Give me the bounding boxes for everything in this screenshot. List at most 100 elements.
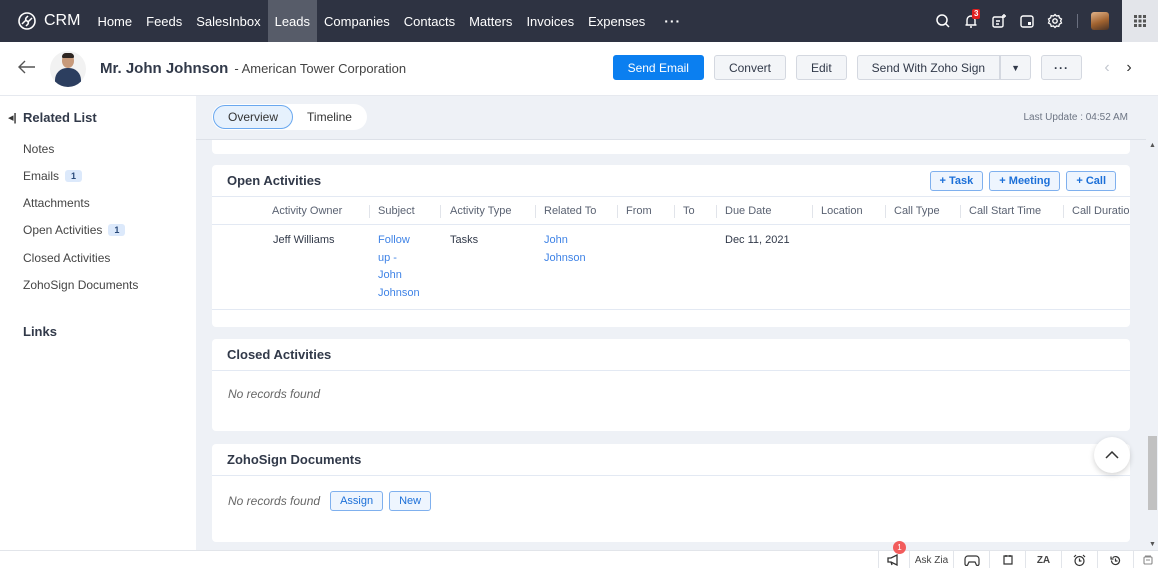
add-meeting-button[interactable]: + Meeting bbox=[989, 171, 1061, 191]
send-with-zoho-sign-split-button: Send With Zoho Sign ▼ bbox=[856, 55, 1031, 80]
add-call-button[interactable]: + Call bbox=[1066, 171, 1116, 191]
zohosign-documents-header: ZohoSign Documents bbox=[212, 444, 1130, 476]
chevron-down-icon[interactable]: ▼ bbox=[1000, 55, 1031, 80]
column-to[interactable]: To bbox=[683, 205, 695, 217]
scrollbar-thumb[interactable] bbox=[1148, 436, 1157, 510]
tab-overview[interactable]: Overview bbox=[213, 105, 294, 129]
cell-subject-link[interactable]: Follow up - John Johnson bbox=[378, 232, 420, 302]
nav-matters[interactable]: Matters bbox=[462, 0, 519, 42]
scroll-up-arrow-icon[interactable]: ▲ bbox=[1149, 142, 1156, 149]
table-row[interactable]: Jeff Williams Follow up - John Johnson T… bbox=[212, 225, 1130, 310]
new-item-icon[interactable] bbox=[985, 0, 1013, 42]
sidebar-item-open-activities[interactable]: Open Activities 1 bbox=[23, 223, 126, 237]
nav-expenses[interactable]: Expenses bbox=[581, 0, 652, 42]
nav-companies[interactable]: Companies bbox=[317, 0, 397, 42]
column-divider bbox=[1063, 205, 1064, 218]
related-list-title: Related List bbox=[23, 110, 97, 125]
nav-more-button[interactable]: ··· bbox=[652, 13, 693, 29]
nav-invoices[interactable]: Invoices bbox=[519, 0, 581, 42]
related-list-header: ◂| Related List bbox=[8, 110, 97, 125]
collapse-sidebar-icon[interactable]: ◂| bbox=[8, 111, 23, 124]
more-actions-button[interactable]: ··· bbox=[1041, 55, 1082, 80]
bell-icon[interactable]: 3 bbox=[957, 0, 985, 42]
open-activities-title: Open Activities bbox=[227, 173, 322, 188]
back-arrow-icon[interactable] bbox=[18, 57, 38, 80]
sidebar-item-label: Notes bbox=[23, 142, 55, 156]
sidebar-item-label: Attachments bbox=[23, 196, 90, 210]
empty-state-text: No records found bbox=[228, 387, 321, 401]
gear-icon[interactable] bbox=[1041, 0, 1069, 42]
ask-zia-button[interactable]: Ask Zia bbox=[909, 551, 953, 568]
sidebar-item-zohosign-documents[interactable]: ZohoSign Documents bbox=[23, 278, 138, 292]
history-icon[interactable] bbox=[1097, 551, 1133, 568]
nav-feeds[interactable]: Feeds bbox=[139, 0, 189, 42]
column-call-type[interactable]: Call Type bbox=[894, 205, 940, 217]
notes-icon[interactable] bbox=[989, 551, 1025, 568]
nav-contacts[interactable]: Contacts bbox=[397, 0, 462, 42]
column-due-date[interactable]: Due Date bbox=[725, 205, 771, 217]
links-heading: Links bbox=[23, 324, 57, 339]
nav-salesinbox[interactable]: SalesInbox bbox=[189, 0, 267, 42]
column-related-to[interactable]: Related To bbox=[544, 205, 596, 217]
gamepad-icon[interactable] bbox=[953, 551, 989, 568]
column-divider bbox=[617, 205, 618, 218]
crm-logo[interactable]: CRM bbox=[0, 0, 90, 42]
new-document-button[interactable]: New bbox=[389, 491, 432, 511]
open-activities-header: Open Activities + Task + Meeting + Call bbox=[212, 165, 1130, 197]
column-activity-owner[interactable]: Activity Owner bbox=[272, 205, 342, 217]
column-divider bbox=[440, 205, 441, 218]
sidebar-item-notes[interactable]: Notes bbox=[23, 142, 54, 156]
column-location[interactable]: Location bbox=[821, 205, 863, 217]
add-task-button[interactable]: + Task bbox=[929, 171, 984, 191]
send-email-button[interactable]: Send Email bbox=[612, 55, 704, 80]
zohosign-empty-row: No records found Assign New bbox=[212, 476, 1130, 511]
related-line: Johnson bbox=[544, 251, 586, 264]
column-subject[interactable]: Subject bbox=[378, 205, 415, 217]
tab-timeline[interactable]: Timeline bbox=[293, 105, 366, 129]
top-navigation: CRM Home Feeds SalesInbox Leads Companie… bbox=[0, 0, 1158, 42]
record-header: Mr. John Johnson - American Tower Corpor… bbox=[0, 42, 1158, 96]
column-divider bbox=[716, 205, 717, 218]
sidebar-item-closed-activities[interactable]: Closed Activities bbox=[23, 251, 110, 265]
messages-icon[interactable] bbox=[1133, 551, 1158, 568]
vertical-scrollbar[interactable]: ▲ ▼ bbox=[1146, 140, 1158, 552]
convert-button[interactable]: Convert bbox=[713, 55, 786, 80]
alarm-clock-icon[interactable] bbox=[1061, 551, 1097, 568]
table-header-row: Activity Owner Subject Activity Type Rel… bbox=[212, 197, 1130, 225]
subject-line: Johnson bbox=[378, 286, 420, 299]
sidebar-item-label: ZohoSign Documents bbox=[23, 278, 139, 292]
sidebar-item-label: Emails bbox=[23, 169, 60, 183]
calendar-icon[interactable] bbox=[1013, 0, 1041, 42]
sidebar-item-emails[interactable]: Emails 1 bbox=[23, 169, 83, 183]
scroll-down-arrow-icon[interactable]: ▼ bbox=[1149, 541, 1156, 548]
column-divider bbox=[960, 205, 961, 218]
column-call-start-time[interactable]: Call Start Time bbox=[969, 205, 1041, 217]
column-call-duration[interactable]: Call Duratio bbox=[1072, 205, 1130, 217]
nav-leads[interactable]: Leads bbox=[267, 0, 318, 42]
nav-home[interactable]: Home bbox=[90, 0, 139, 42]
count-badge: 1 bbox=[65, 170, 83, 182]
next-record-icon[interactable]: › bbox=[1118, 59, 1140, 77]
sidebar-item-attachments[interactable]: Attachments bbox=[23, 196, 90, 210]
record-company: - American Tower Corporation bbox=[234, 61, 407, 76]
previous-section-card bbox=[212, 140, 1130, 154]
previous-record-icon[interactable]: ‹ bbox=[1096, 59, 1118, 77]
apps-grid-icon[interactable] bbox=[1122, 0, 1158, 42]
scroll-to-top-button[interactable] bbox=[1094, 437, 1130, 473]
column-divider bbox=[674, 205, 675, 218]
sidebar-item-label: Closed Activities bbox=[23, 251, 111, 265]
column-from[interactable]: From bbox=[626, 205, 652, 217]
cell-activity-owner: Jeff Williams bbox=[273, 234, 335, 246]
cell-related-to-link[interactable]: John Johnson bbox=[544, 232, 586, 267]
edit-button[interactable]: Edit bbox=[795, 55, 847, 80]
search-icon[interactable] bbox=[929, 0, 957, 42]
zia-icon[interactable]: ZA bbox=[1025, 551, 1061, 568]
send-with-zoho-sign-button[interactable]: Send With Zoho Sign bbox=[856, 55, 1001, 80]
user-avatar[interactable] bbox=[1086, 0, 1114, 42]
announcements-icon[interactable]: 1 bbox=[878, 541, 909, 568]
subject-line: Follow bbox=[378, 234, 410, 246]
record-avatar bbox=[50, 50, 86, 87]
assign-button[interactable]: Assign bbox=[330, 491, 384, 511]
column-activity-type[interactable]: Activity Type bbox=[450, 205, 512, 217]
zohosign-documents-title: ZohoSign Documents bbox=[227, 452, 362, 467]
